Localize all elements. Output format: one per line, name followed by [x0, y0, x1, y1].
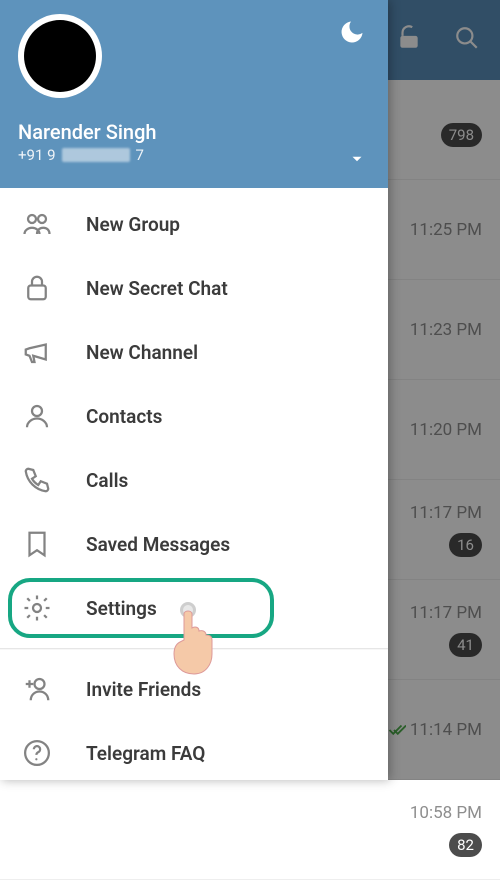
- menu-label: Settings: [86, 597, 157, 620]
- menu-settings[interactable]: Settings: [0, 576, 388, 640]
- menu-contacts[interactable]: Contacts: [0, 384, 388, 448]
- group-icon: [22, 209, 52, 239]
- user-phone: +91 97: [18, 146, 370, 164]
- menu-label: Calls: [86, 469, 128, 492]
- menu-invite-friends[interactable]: Invite Friends: [0, 657, 388, 721]
- menu-label: Contacts: [86, 405, 162, 428]
- unread-badge: 82: [449, 833, 482, 857]
- help-icon: [22, 738, 52, 768]
- account-dropdown-icon[interactable]: [348, 150, 366, 168]
- menu-saved-messages[interactable]: Saved Messages: [0, 512, 388, 576]
- nav-drawer: Narender Singh +91 97 New Group New Secr…: [0, 0, 388, 780]
- menu-separator: [0, 648, 388, 649]
- drawer-menu: New Group New Secret Chat New Channel Co…: [0, 188, 388, 780]
- menu-telegram-faq[interactable]: Telegram FAQ: [0, 721, 388, 780]
- user-name: Narender Singh: [18, 120, 370, 144]
- phone-icon: [22, 465, 52, 495]
- menu-new-secret-chat[interactable]: New Secret Chat: [0, 256, 388, 320]
- megaphone-icon: [22, 337, 52, 367]
- drawer-header: Narender Singh +91 97: [0, 0, 388, 188]
- menu-label: Saved Messages: [86, 533, 230, 556]
- chat-row[interactable]: 10:58 PM 82: [0, 780, 500, 880]
- person-icon: [22, 401, 52, 431]
- lock-icon: [22, 273, 52, 303]
- menu-label: New Channel: [86, 341, 198, 364]
- menu-label: New Secret Chat: [86, 277, 228, 300]
- night-mode-icon[interactable]: [338, 18, 366, 46]
- menu-label: New Group: [86, 213, 180, 236]
- menu-label: Invite Friends: [86, 678, 201, 701]
- menu-calls[interactable]: Calls: [0, 448, 388, 512]
- bookmark-icon: [22, 529, 52, 559]
- menu-label: Telegram FAQ: [86, 742, 205, 765]
- add-person-icon: [22, 674, 52, 704]
- avatar[interactable]: [18, 14, 102, 98]
- gear-icon: [22, 593, 52, 623]
- redacted-phone: [62, 148, 130, 162]
- menu-new-group[interactable]: New Group: [0, 192, 388, 256]
- chat-time: 10:58 PM: [410, 803, 482, 823]
- menu-new-channel[interactable]: New Channel: [0, 320, 388, 384]
